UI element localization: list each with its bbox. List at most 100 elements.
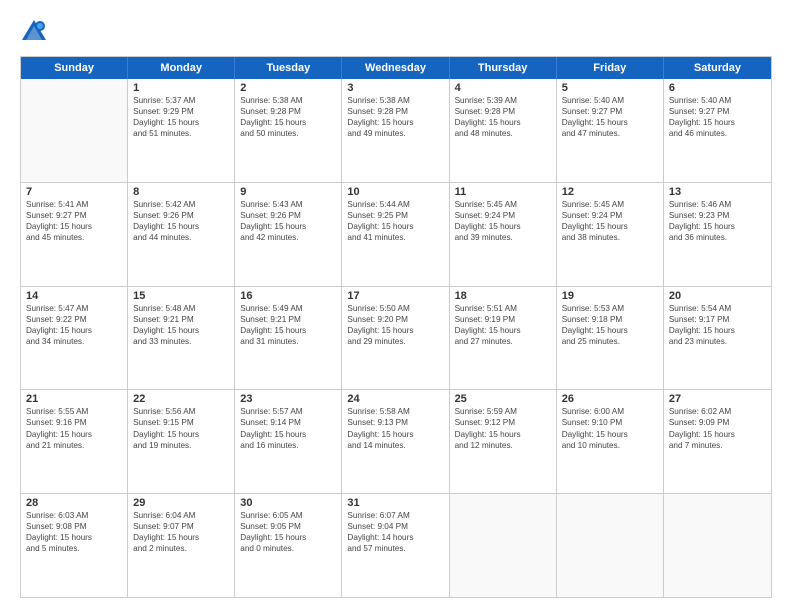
cell-info-line: Daylight: 15 hours (455, 117, 551, 128)
cell-info-line: Sunset: 9:21 PM (240, 314, 336, 325)
cell-info-line: Sunrise: 5:44 AM (347, 199, 443, 210)
day-number: 20 (669, 290, 766, 302)
cell-info-line: Daylight: 15 hours (347, 429, 443, 440)
cell-info-line: Sunset: 9:07 PM (133, 521, 229, 532)
cell-info-line: Sunset: 9:08 PM (26, 521, 122, 532)
calendar-cell: 27Sunrise: 6:02 AMSunset: 9:09 PMDayligh… (664, 390, 771, 493)
day-number: 14 (26, 290, 122, 302)
weekday-header: Monday (128, 57, 235, 79)
cell-info-line: Daylight: 15 hours (455, 221, 551, 232)
cell-info-line: Sunset: 9:05 PM (240, 521, 336, 532)
header (20, 18, 772, 46)
cell-info-line: Sunrise: 5:38 AM (347, 95, 443, 106)
day-number: 6 (669, 82, 766, 94)
calendar-cell (664, 494, 771, 597)
cell-info-line: and 50 minutes. (240, 128, 336, 139)
day-number: 27 (669, 393, 766, 405)
cell-info-line: Daylight: 15 hours (26, 429, 122, 440)
cell-info-line: Sunset: 9:13 PM (347, 417, 443, 428)
cell-info-line: Sunset: 9:26 PM (133, 210, 229, 221)
cell-info-line: Sunset: 9:27 PM (26, 210, 122, 221)
cell-info-line: Sunrise: 5:51 AM (455, 303, 551, 314)
cell-info-line: Daylight: 15 hours (347, 325, 443, 336)
cell-info-line: Sunrise: 6:04 AM (133, 510, 229, 521)
cell-info-line: and 42 minutes. (240, 232, 336, 243)
logo (20, 18, 52, 46)
calendar-cell: 7Sunrise: 5:41 AMSunset: 9:27 PMDaylight… (21, 183, 128, 286)
cell-info-line: and 47 minutes. (562, 128, 658, 139)
cell-info-line: Sunset: 9:20 PM (347, 314, 443, 325)
cell-info-line: Daylight: 15 hours (240, 117, 336, 128)
cell-info-line: Sunset: 9:27 PM (562, 106, 658, 117)
weekday-header: Saturday (664, 57, 771, 79)
calendar-cell: 28Sunrise: 6:03 AMSunset: 9:08 PMDayligh… (21, 494, 128, 597)
day-number: 31 (347, 497, 443, 509)
cell-info-line: Sunrise: 6:07 AM (347, 510, 443, 521)
cell-info-line: Daylight: 15 hours (26, 325, 122, 336)
day-number: 30 (240, 497, 336, 509)
cell-info-line: Daylight: 15 hours (562, 221, 658, 232)
cell-info-line: and 36 minutes. (669, 232, 766, 243)
cell-info-line: Sunset: 9:09 PM (669, 417, 766, 428)
cell-info-line: Sunset: 9:10 PM (562, 417, 658, 428)
cell-info-line: Sunset: 9:26 PM (240, 210, 336, 221)
cell-info-line: Sunset: 9:16 PM (26, 417, 122, 428)
calendar-row: 1Sunrise: 5:37 AMSunset: 9:29 PMDaylight… (21, 79, 771, 182)
day-number: 23 (240, 393, 336, 405)
cell-info-line: and 31 minutes. (240, 336, 336, 347)
calendar-cell: 10Sunrise: 5:44 AMSunset: 9:25 PMDayligh… (342, 183, 449, 286)
cell-info-line: Sunrise: 5:59 AM (455, 406, 551, 417)
day-number: 10 (347, 186, 443, 198)
day-number: 1 (133, 82, 229, 94)
cell-info-line: Daylight: 15 hours (669, 221, 766, 232)
cell-info-line: and 2 minutes. (133, 543, 229, 554)
cell-info-line: Sunrise: 5:42 AM (133, 199, 229, 210)
cell-info-line: and 33 minutes. (133, 336, 229, 347)
calendar-cell: 2Sunrise: 5:38 AMSunset: 9:28 PMDaylight… (235, 79, 342, 182)
cell-info-line: Sunset: 9:12 PM (455, 417, 551, 428)
cell-info-line: Daylight: 15 hours (133, 221, 229, 232)
day-number: 26 (562, 393, 658, 405)
calendar-cell: 14Sunrise: 5:47 AMSunset: 9:22 PMDayligh… (21, 287, 128, 390)
cell-info-line: and 45 minutes. (26, 232, 122, 243)
day-number: 24 (347, 393, 443, 405)
cell-info-line: and 46 minutes. (669, 128, 766, 139)
day-number: 16 (240, 290, 336, 302)
cell-info-line: Sunset: 9:18 PM (562, 314, 658, 325)
calendar-cell: 17Sunrise: 5:50 AMSunset: 9:20 PMDayligh… (342, 287, 449, 390)
calendar-cell (21, 79, 128, 182)
calendar-cell: 20Sunrise: 5:54 AMSunset: 9:17 PMDayligh… (664, 287, 771, 390)
cell-info-line: Sunrise: 6:00 AM (562, 406, 658, 417)
cell-info-line: Daylight: 15 hours (562, 325, 658, 336)
cell-info-line: Sunrise: 5:37 AM (133, 95, 229, 106)
cell-info-line: and 5 minutes. (26, 543, 122, 554)
cell-info-line: and 44 minutes. (133, 232, 229, 243)
weekday-header: Sunday (21, 57, 128, 79)
cell-info-line: Sunset: 9:28 PM (347, 106, 443, 117)
cell-info-line: Sunset: 9:04 PM (347, 521, 443, 532)
cell-info-line: Daylight: 15 hours (347, 117, 443, 128)
cell-info-line: and 16 minutes. (240, 440, 336, 451)
day-number: 13 (669, 186, 766, 198)
cell-info-line: Daylight: 15 hours (240, 429, 336, 440)
calendar-cell: 24Sunrise: 5:58 AMSunset: 9:13 PMDayligh… (342, 390, 449, 493)
cell-info-line: Sunrise: 5:49 AM (240, 303, 336, 314)
cell-info-line: and 25 minutes. (562, 336, 658, 347)
calendar-cell: 8Sunrise: 5:42 AMSunset: 9:26 PMDaylight… (128, 183, 235, 286)
cell-info-line: Daylight: 15 hours (669, 325, 766, 336)
calendar-cell: 26Sunrise: 6:00 AMSunset: 9:10 PMDayligh… (557, 390, 664, 493)
calendar-cell: 31Sunrise: 6:07 AMSunset: 9:04 PMDayligh… (342, 494, 449, 597)
day-number: 15 (133, 290, 229, 302)
day-number: 21 (26, 393, 122, 405)
cell-info-line: Sunset: 9:24 PM (455, 210, 551, 221)
cell-info-line: and 0 minutes. (240, 543, 336, 554)
calendar-row: 21Sunrise: 5:55 AMSunset: 9:16 PMDayligh… (21, 389, 771, 493)
calendar-cell: 5Sunrise: 5:40 AMSunset: 9:27 PMDaylight… (557, 79, 664, 182)
day-number: 25 (455, 393, 551, 405)
calendar-cell: 21Sunrise: 5:55 AMSunset: 9:16 PMDayligh… (21, 390, 128, 493)
cell-info-line: and 39 minutes. (455, 232, 551, 243)
calendar-row: 7Sunrise: 5:41 AMSunset: 9:27 PMDaylight… (21, 182, 771, 286)
cell-info-line: Daylight: 15 hours (240, 221, 336, 232)
cell-info-line: Sunrise: 5:55 AM (26, 406, 122, 417)
cell-info-line: Sunrise: 5:45 AM (455, 199, 551, 210)
